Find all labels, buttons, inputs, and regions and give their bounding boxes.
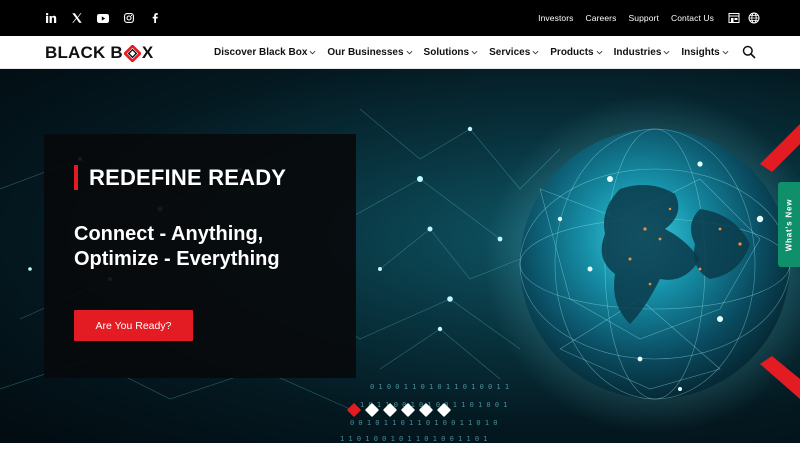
- carousel-dot-3[interactable]: [382, 402, 398, 418]
- primary-nav: Discover Black Box Our Businesses Soluti…: [214, 36, 740, 69]
- logo-text: BLACK B: [45, 43, 123, 62]
- carousel-dot-6[interactable]: [436, 402, 452, 418]
- svg-text:0 1 0 0 1 1 0 1 0 1 1 0 1 0 0: 0 1 0 0 1 1 0 1 0 1 1 0 1 0 0 1 1: [370, 383, 509, 391]
- heading-accent-bar: [74, 165, 78, 190]
- hero-tagline-line-1: Connect - Anything,: [74, 223, 264, 245]
- nav-solutions[interactable]: Solutions: [424, 47, 479, 58]
- whats-new-label: What's New: [784, 198, 794, 251]
- nav-insights[interactable]: Insights: [681, 47, 729, 58]
- logo-box-mark: [123, 43, 142, 63]
- store-icon[interactable]: [728, 11, 740, 29]
- support-link[interactable]: Support: [628, 13, 658, 23]
- utility-icons: [728, 11, 760, 29]
- chevron-down-icon: [309, 50, 316, 55]
- nav-label: Industries: [613, 47, 662, 58]
- top-utility-bar: Investors Careers Support Contact Us: [0, 0, 800, 36]
- linkedin-icon[interactable]: [38, 0, 64, 36]
- nav-products[interactable]: Products: [550, 47, 603, 58]
- instagram-icon[interactable]: [116, 0, 142, 36]
- main-navigation-bar: BLACK B X Discover Black Box Our Busines…: [0, 36, 800, 69]
- carousel-dots: [346, 402, 452, 418]
- investors-link[interactable]: Investors: [538, 13, 573, 23]
- chevron-down-icon: [471, 50, 478, 55]
- search-icon[interactable]: [742, 45, 756, 59]
- svg-text:0 0 1 0 1 1 0 1 1 0 1 0 0 1 1: 0 0 1 0 1 1 0 1 1 0 1 0 0 1 1 0 1 0: [350, 419, 498, 427]
- nav-label: Discover Black Box: [214, 47, 308, 58]
- chevron-down-icon: [532, 50, 539, 55]
- nav-discover-black-box[interactable]: Discover Black Box: [214, 47, 316, 58]
- logo-text-end: X: [141, 43, 154, 62]
- nav-label: Insights: [681, 47, 720, 58]
- nav-label: Products: [550, 47, 594, 58]
- nav-our-businesses[interactable]: Our Businesses: [327, 47, 412, 58]
- carousel-dot-4[interactable]: [400, 402, 416, 418]
- whats-new-tab[interactable]: What's New: [778, 182, 800, 267]
- nav-industries[interactable]: Industries: [614, 47, 671, 58]
- contact-us-link[interactable]: Contact Us: [671, 13, 714, 23]
- chevron-down-icon: [663, 50, 670, 55]
- x-twitter-icon[interactable]: [64, 0, 90, 36]
- are-you-ready-button[interactable]: Are You Ready?: [74, 310, 193, 341]
- careers-link[interactable]: Careers: [586, 13, 617, 23]
- facebook-icon[interactable]: [142, 0, 168, 36]
- svg-text:1 1 0 1 0 0 1 0 1 1 0 1 0 0 1: 1 1 0 1 0 0 1 0 1 1 0 1 0 0 1 1 0 1: [340, 435, 488, 443]
- nav-label: Solutions: [423, 47, 470, 58]
- hero-heading: REDEFINE READY: [89, 165, 287, 190]
- hero-banner: 0 1 0 0 1 1 0 1 0 1 1 0 1 0 0 1 1 1 0 1 …: [0, 69, 800, 443]
- carousel-dot-5[interactable]: [418, 402, 434, 418]
- carousel-dot-2[interactable]: [364, 402, 380, 418]
- chevron-down-icon: [406, 50, 412, 55]
- utility-links: Investors Careers Support Contact Us: [526, 0, 714, 36]
- nav-label: Our Businesses: [327, 47, 404, 58]
- chevron-down-icon: [596, 50, 603, 55]
- chevron-down-icon: [722, 50, 729, 55]
- youtube-icon[interactable]: [90, 0, 116, 36]
- nav-label: Services: [489, 47, 531, 58]
- nav-services[interactable]: Services: [489, 47, 539, 58]
- globe-icon[interactable]: [748, 11, 760, 29]
- social-links: [38, 0, 168, 36]
- page-bottom-edge: [0, 443, 800, 450]
- carousel-dot-1[interactable]: [346, 402, 362, 418]
- hero-tagline-line-2: Optimize - Everything: [74, 248, 280, 270]
- black-box-logo[interactable]: BLACK B X: [45, 43, 153, 63]
- hero-promo-panel: REDEFINE READY Connect - Anything, Optim…: [44, 134, 356, 378]
